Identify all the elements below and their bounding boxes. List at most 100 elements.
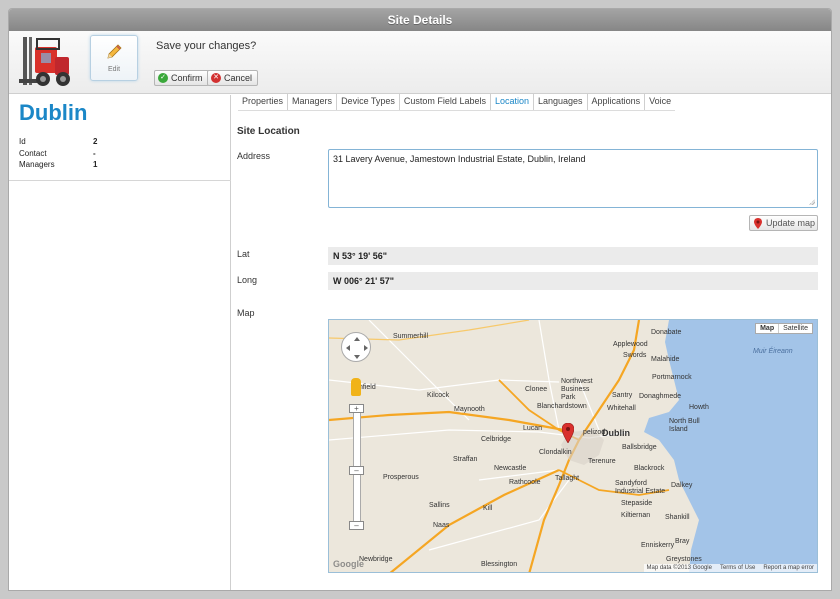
place-label: Blessington xyxy=(481,561,518,568)
place-label: Kill xyxy=(483,505,493,512)
place-label: Greystones xyxy=(666,556,702,563)
place-label: Ballsbridge xyxy=(622,444,657,451)
tab-location[interactable]: Location xyxy=(491,93,534,110)
long-value: W 006° 21' 57" xyxy=(328,272,818,290)
sea-label: Muir Éireann xyxy=(753,348,793,355)
resize-handle[interactable] xyxy=(809,199,815,205)
place-label: North Bull Island xyxy=(669,418,700,433)
place-label: Clonee xyxy=(525,386,548,393)
zoom-slider-handle[interactable]: – xyxy=(349,466,364,475)
field-label: Contact xyxy=(19,149,47,158)
place-label: Prosperous xyxy=(383,474,419,481)
place-label: nfield xyxy=(359,384,376,391)
pan-control[interactable] xyxy=(341,332,371,362)
address-textarea[interactable]: 31 Lavery Avenue, Jamestown Industrial E… xyxy=(328,149,818,208)
place-label: Maynooth xyxy=(454,406,485,413)
tab-voice[interactable]: Voice xyxy=(645,93,675,110)
long-label: Long xyxy=(237,275,258,285)
place-label: Malahide xyxy=(651,356,680,363)
confirm-button[interactable]: ✓ Confirm xyxy=(154,70,209,86)
tab-device-types[interactable]: Device Types xyxy=(337,93,400,110)
street-view-pegman-icon[interactable] xyxy=(351,378,361,396)
place-label: Enniskerry xyxy=(641,542,675,549)
place-label: Santry xyxy=(612,392,633,399)
terms-of-use-link[interactable]: Terms of Use xyxy=(720,565,755,571)
place-label: Applewood xyxy=(613,341,648,348)
lat-label: Lat xyxy=(237,249,250,259)
place-label: Kilcock xyxy=(427,392,450,399)
map-type-control: Map Satellite xyxy=(755,323,813,334)
lat-value: N 53° 19' 56" xyxy=(328,247,818,265)
place-label: Sandyford Industrial Estate xyxy=(615,480,666,495)
map-marker-icon[interactable] xyxy=(562,423,574,443)
place-label: Terenure xyxy=(588,458,616,465)
field-value: 1 xyxy=(93,160,98,169)
zoom-out-button[interactable]: – xyxy=(349,521,364,530)
field-value: 2 xyxy=(93,137,98,146)
field-value: - xyxy=(93,149,96,158)
place-label: Dalkey xyxy=(671,482,693,489)
save-prompt: Save your changes? xyxy=(156,40,257,52)
edit-button[interactable]: Edit xyxy=(90,35,138,81)
check-icon: ✓ xyxy=(158,73,168,83)
update-map-label: Update map xyxy=(766,218,816,228)
map-pin-icon xyxy=(754,217,762,229)
place-label: Stepaside xyxy=(621,500,653,507)
place-label: Blackrock xyxy=(634,465,665,472)
place-label: Newbridge xyxy=(359,556,393,563)
field-label: Managers xyxy=(19,160,55,169)
map-type-satellite-button[interactable]: Satellite xyxy=(779,324,812,333)
field-label: Id xyxy=(19,137,26,146)
address-label: Address xyxy=(237,151,271,161)
site-name: Dublin xyxy=(19,100,88,125)
site-summary-panel: Dublin Id 2 Contact - Managers 1 xyxy=(9,95,231,590)
map-footer: Map data ©2013 Google Terms of Use Repor… xyxy=(643,564,817,572)
place-label: Howth xyxy=(689,404,709,411)
place-label: Swords xyxy=(623,352,647,359)
place-label: Rathcoole xyxy=(509,479,541,486)
tab-applications[interactable]: Applications xyxy=(588,93,646,110)
place-label: Lucan xyxy=(523,425,543,432)
edit-label: Edit xyxy=(107,66,121,73)
cancel-button[interactable]: ✕ Cancel xyxy=(207,70,259,86)
update-map-button[interactable]: Update map xyxy=(749,215,818,231)
divider xyxy=(9,180,231,181)
place-label: Sallins xyxy=(429,502,450,509)
tab-custom-field-labels[interactable]: Custom Field Labels xyxy=(400,93,491,110)
place-label: Naas xyxy=(433,522,450,529)
place-label: Portmarnock xyxy=(652,374,692,381)
pan-arrows-icon xyxy=(346,337,368,359)
place-label: Shankill xyxy=(665,514,690,521)
place-label: Newcastle xyxy=(494,465,527,472)
confirm-label: Confirm xyxy=(171,73,203,83)
place-label: Donaghmede xyxy=(639,393,682,400)
forklift-icon xyxy=(19,37,70,86)
place-label: Kiltiernan xyxy=(621,512,651,519)
cancel-label: Cancel xyxy=(224,73,253,83)
tab-bar: Properties Managers Device Types Custom … xyxy=(238,93,676,111)
place-label: Northwest Business Park xyxy=(561,378,593,401)
report-map-error-link[interactable]: Report a map error xyxy=(763,565,814,571)
tab-languages[interactable]: Languages xyxy=(534,93,588,110)
place-label: Bray xyxy=(675,538,690,545)
toolbar: Edit Save your changes? ✓ Confirm ✕ Canc… xyxy=(9,31,831,94)
address-value: 31 Lavery Avenue, Jamestown Industrial E… xyxy=(333,154,586,164)
site-details-window: Site Details Edit Save your changes? ✓ C… xyxy=(8,8,832,591)
cancel-icon: ✕ xyxy=(211,73,221,83)
place-label: Tallaght xyxy=(555,475,580,482)
place-label: Celbridge xyxy=(481,436,511,443)
zoom-in-button[interactable]: + xyxy=(349,404,364,413)
place-label: Dublin xyxy=(602,428,630,438)
tab-properties[interactable]: Properties xyxy=(238,93,289,110)
place-label: Clondalkin xyxy=(539,449,572,456)
place-label: Blanchardstown xyxy=(537,403,587,410)
place-label: Donabate xyxy=(651,329,682,336)
map-label: Map xyxy=(237,308,255,318)
tab-managers[interactable]: Managers xyxy=(288,93,338,110)
google-map[interactable]: Summerhill Donabate Applewood Swords Mal… xyxy=(328,319,818,573)
place-label: Straffan xyxy=(453,456,478,463)
map-type-map-button[interactable]: Map xyxy=(756,324,780,333)
pencil-icon xyxy=(107,44,122,59)
section-title: Site Location xyxy=(237,126,300,137)
map-background xyxy=(329,320,817,572)
